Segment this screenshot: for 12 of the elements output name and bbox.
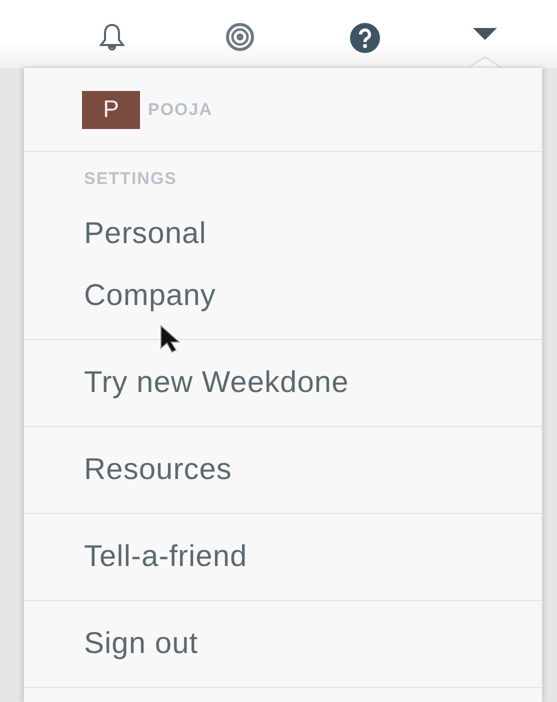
- user-name: POOJA: [148, 100, 213, 120]
- section-heading: SETTINGS: [84, 169, 178, 189]
- menu-item[interactable]: Personal: [84, 203, 206, 265]
- menu-item[interactable]: Try new Weekdone: [84, 352, 349, 414]
- menu-item[interactable]: Tell-a-friend: [84, 526, 248, 588]
- user-avatar[interactable]: P: [82, 90, 140, 128]
- menu-item[interactable]: Company: [84, 265, 216, 327]
- menu-item[interactable]: Resources: [84, 439, 232, 501]
- help-icon[interactable]: [349, 22, 381, 54]
- menu-item[interactable]: Sign out: [84, 613, 198, 675]
- bell-icon[interactable]: [97, 22, 127, 52]
- caret-icon[interactable]: [473, 28, 497, 42]
